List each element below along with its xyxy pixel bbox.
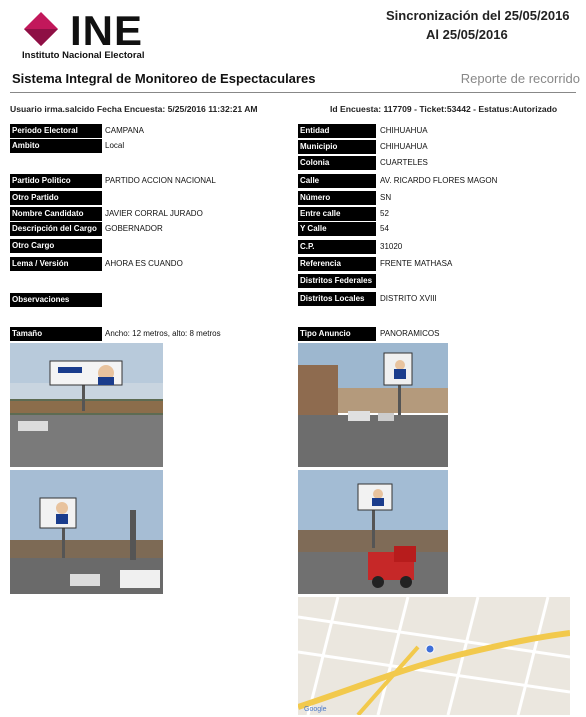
ine-diamond-icon	[24, 12, 58, 46]
field-value-tamano: Ancho: 12 metros, alto: 8 metros	[105, 329, 221, 338]
field-label-distritos-locales: Distritos Locales	[298, 292, 376, 306]
field-value-y-calle: 54	[380, 224, 389, 233]
photo-billboard-truck	[298, 470, 448, 594]
location-map: Google	[298, 597, 570, 715]
field-label-calle: Calle	[298, 174, 376, 188]
survey-info-left: Usuario irma.salcido Fecha Encuesta: 5/2…	[10, 104, 258, 114]
field-value-tipo-anuncio: PANORAMICOS	[380, 329, 440, 338]
field-label-numero: Número	[298, 191, 376, 205]
svg-text:Google: Google	[304, 706, 327, 713]
field-label-lema: Lema / Versión	[10, 257, 102, 271]
field-value-entre-calle: 52	[380, 209, 389, 218]
field-value-colonia: CUARTELES	[380, 158, 428, 167]
field-label-entre-calle: Entre calle	[298, 207, 376, 221]
system-title: Sistema Integral de Monitoreo de Especta…	[12, 71, 316, 86]
photo-billboard-street	[298, 343, 448, 467]
field-label-colonia: Colonia	[298, 156, 376, 170]
field-value-calle: AV. RICARDO FLORES MAGON	[380, 176, 498, 185]
field-label-observaciones: Observaciones	[10, 293, 102, 307]
field-label-candidato: Nombre Candidato	[10, 207, 102, 221]
field-value-numero: SN	[380, 193, 392, 202]
field-value-lema: AHORA ES CUANDO	[105, 259, 183, 268]
field-label-cargo: Descripción del Cargo	[10, 222, 102, 236]
report-type: Reporte de recorrido	[460, 71, 580, 86]
field-label-distritos-federales: Distritos Federales	[298, 274, 376, 288]
field-label-tamano: Tamaño	[10, 327, 102, 341]
field-label-ambito: Ambito	[10, 139, 102, 153]
field-label-referencia: Referencia	[298, 257, 376, 271]
field-label-tipo-anuncio: Tipo Anuncio	[298, 327, 376, 341]
logo-subtitle: Instituto Nacional Electoral	[22, 50, 145, 61]
field-label-cp: C.P.	[298, 240, 376, 254]
field-value-candidato: JAVIER CORRAL JURADO	[105, 209, 203, 218]
photo-billboard-closeup	[10, 470, 163, 594]
sync-date: Al 25/05/2016	[426, 27, 508, 42]
logo-text: INE	[70, 7, 144, 54]
field-value-entidad: CHIHUAHUA	[380, 126, 428, 135]
field-label-otro-partido: Otro Partido	[10, 191, 102, 205]
field-value-distritos-locales: DISTRITO XVIII	[380, 294, 437, 303]
field-label-y-calle: Y Calle	[298, 222, 376, 236]
field-value-cp: 31020	[380, 242, 403, 251]
field-label-entidad: Entidad	[298, 124, 376, 138]
field-value-partido: PARTIDO ACCION NACIONAL	[105, 176, 216, 185]
field-value-referencia: FRENTE MATHASA	[380, 259, 453, 268]
survey-info-right: Id Encuesta: 117709 - Ticket:53442 - Est…	[330, 104, 558, 114]
field-value-cargo: GOBERNADOR	[105, 224, 163, 233]
ine-logo: INE Instituto Nacional Electoral	[14, 8, 184, 64]
field-value-ambito: Local	[105, 141, 125, 150]
sync-line: Sincronización del 25/05/2016	[386, 8, 570, 23]
field-label-periodo: Periodo Electoral	[10, 124, 102, 138]
field-label-partido: Partido Politico	[10, 174, 102, 188]
header-divider	[10, 92, 576, 93]
field-label-municipio: Municipio	[298, 140, 376, 154]
field-label-otro-cargo: Otro Cargo	[10, 239, 102, 253]
field-value-periodo: CAMPANA	[105, 126, 144, 135]
photo-billboard-front	[10, 343, 163, 467]
field-value-municipio: CHIHUAHUA	[380, 142, 428, 151]
